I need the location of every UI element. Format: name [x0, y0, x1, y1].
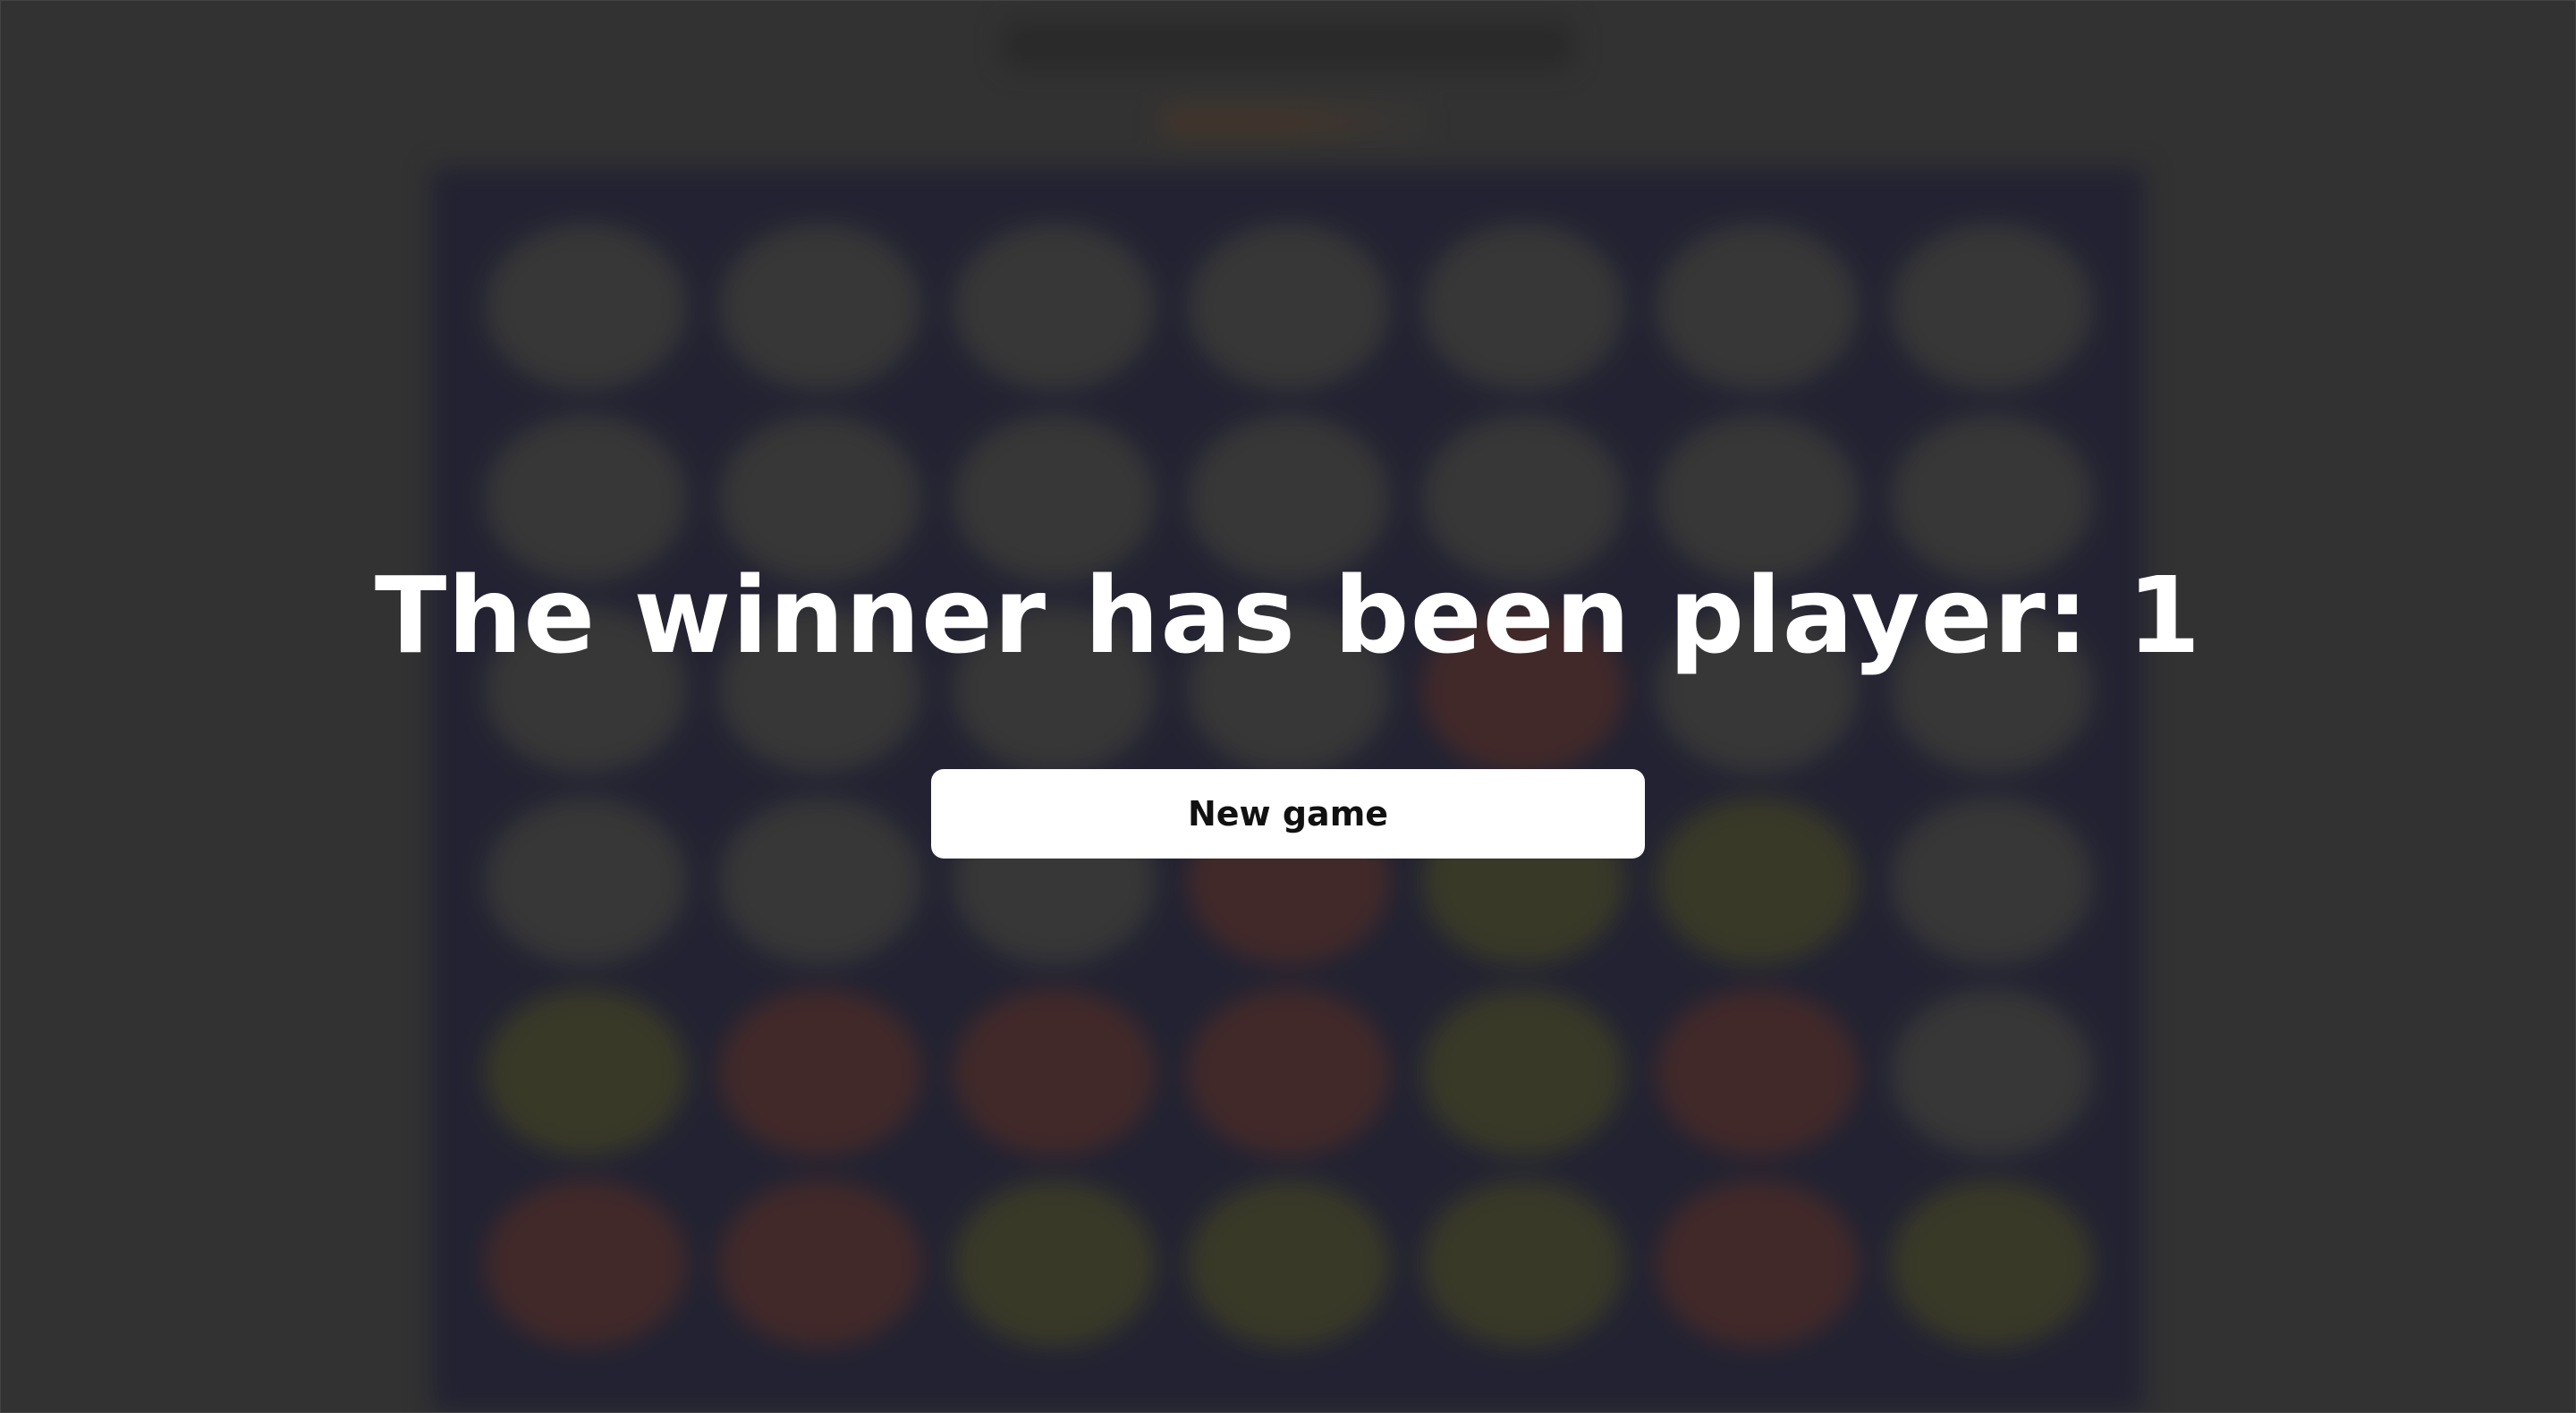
- game-over-overlay: The winner has been player: 1 New game: [0, 0, 2576, 1413]
- winner-message: The winner has been player: 1: [374, 554, 2202, 677]
- new-game-button[interactable]: New game: [931, 769, 1645, 859]
- game-screen: The winner has been player: 1 New game: [0, 0, 2576, 1413]
